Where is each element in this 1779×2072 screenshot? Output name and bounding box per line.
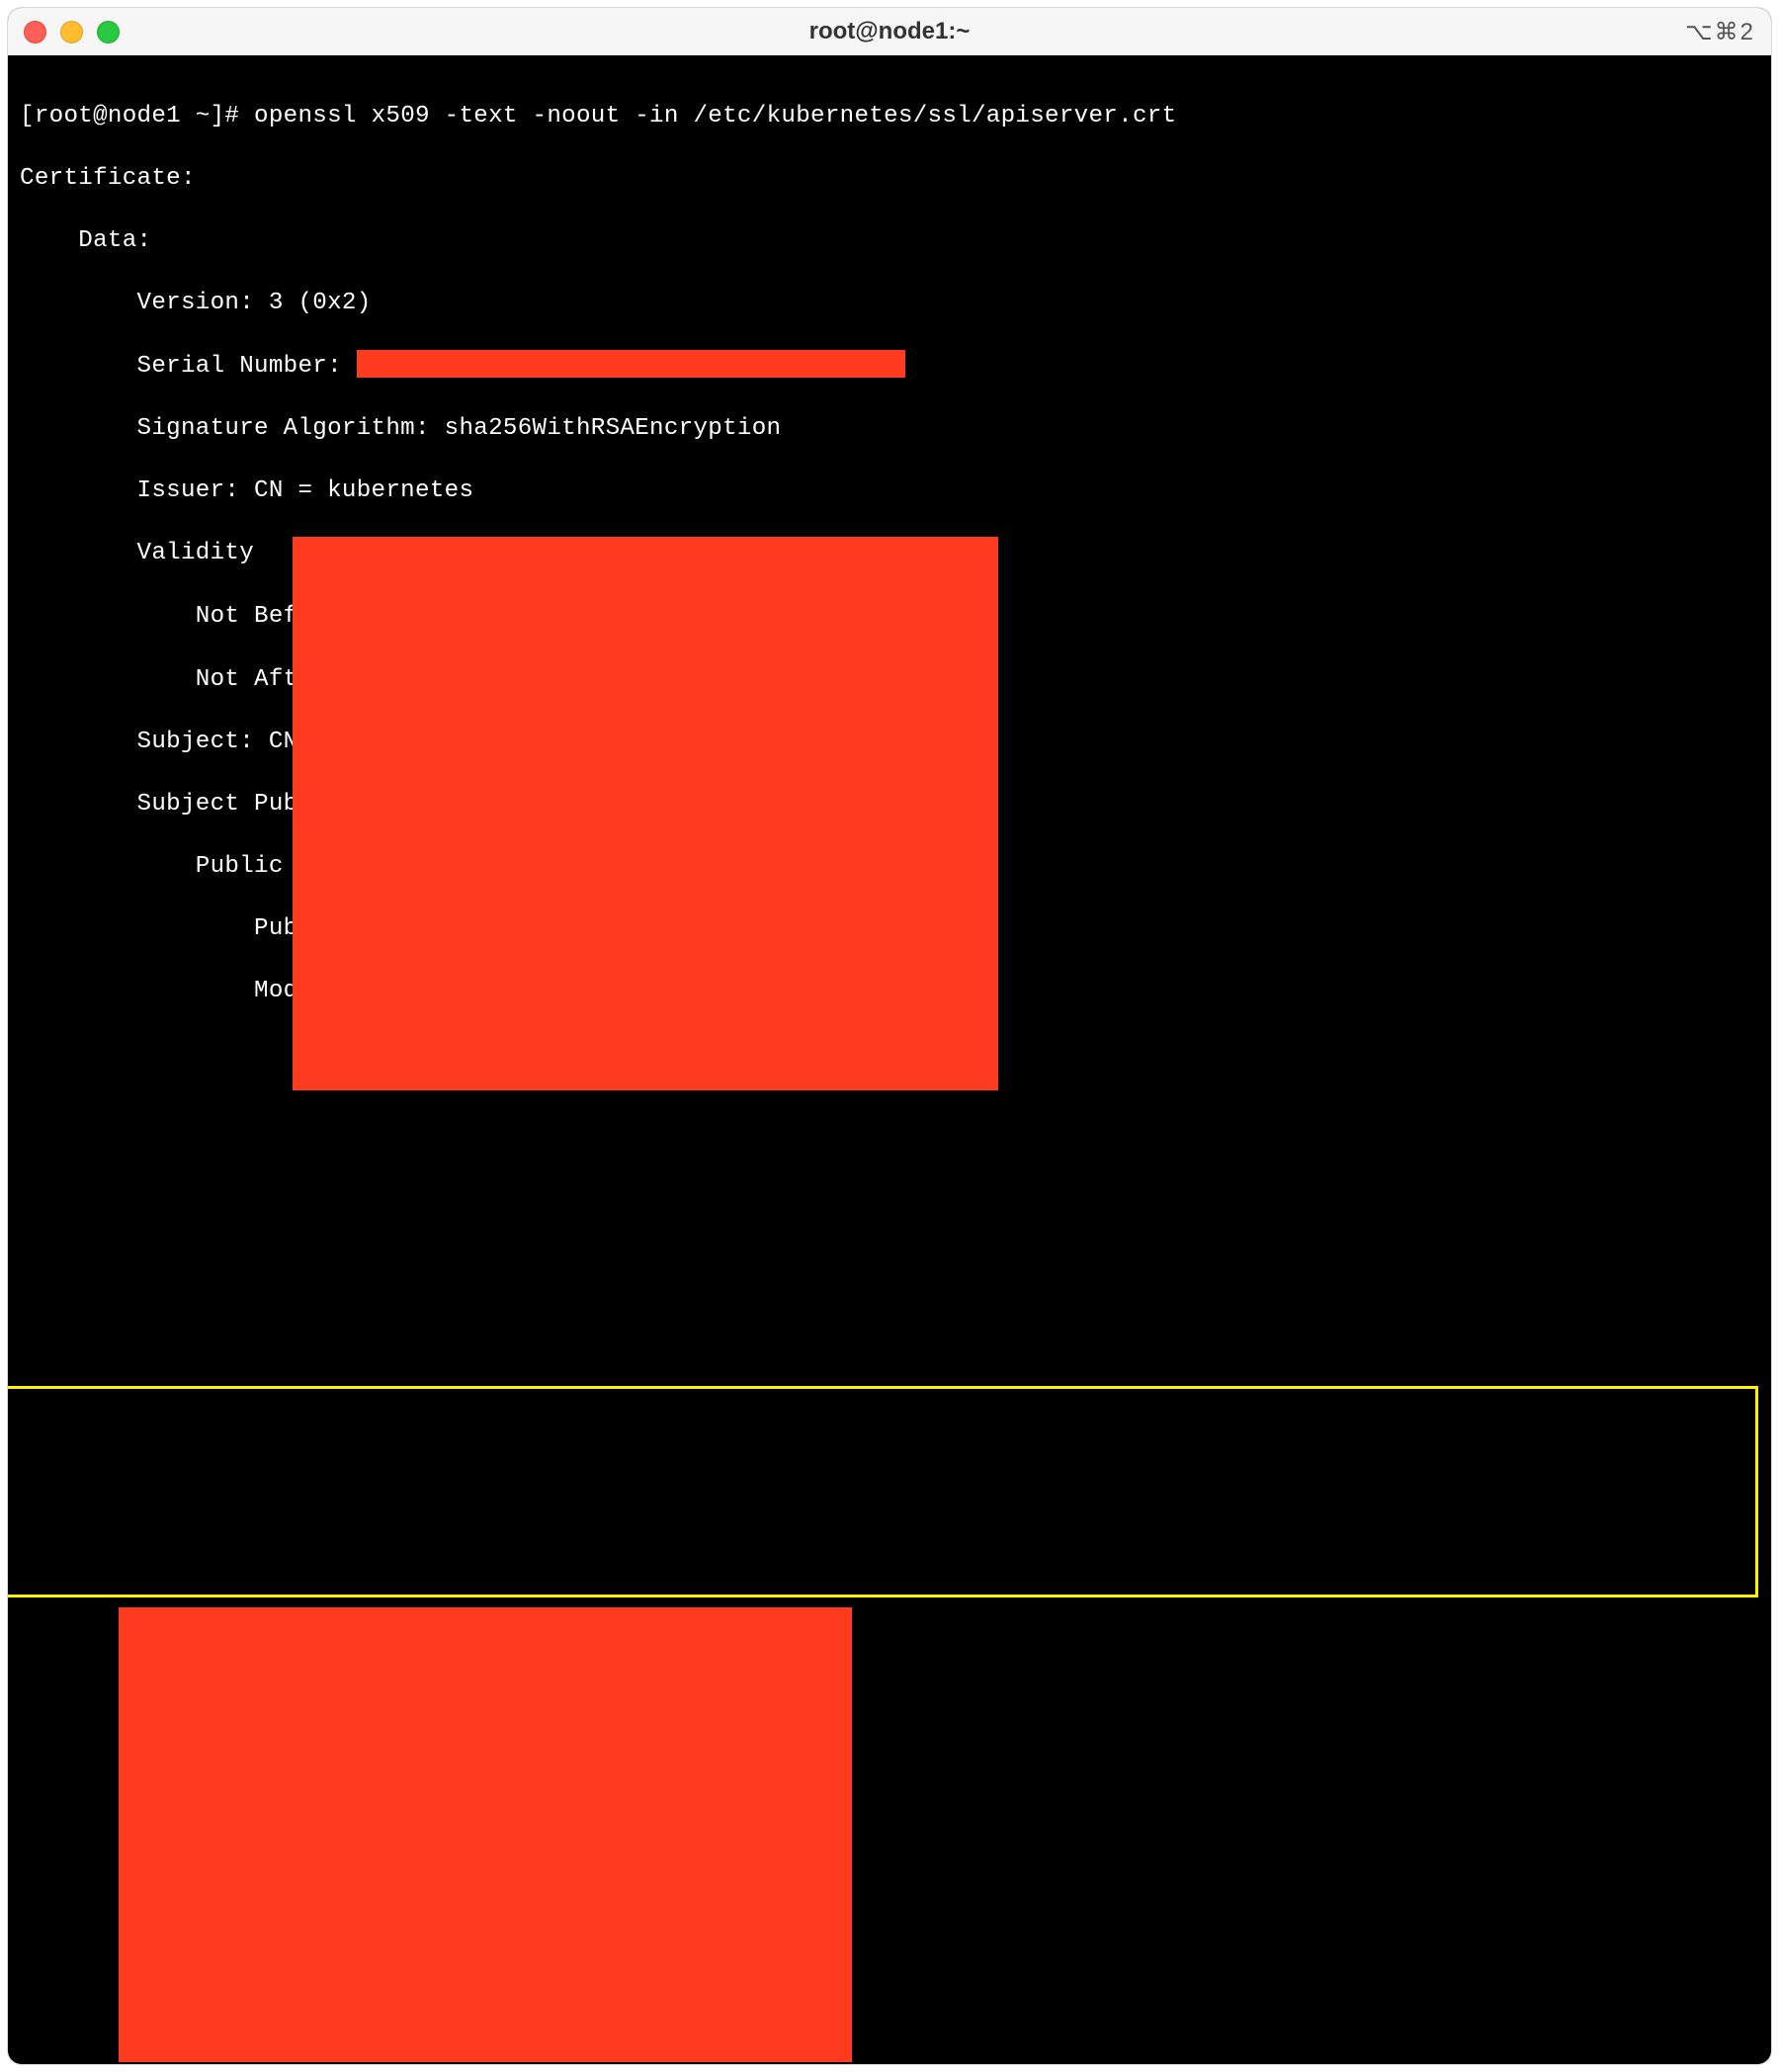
- redacted-signature-block: [119, 1607, 852, 2062]
- out-data-hdr: Data:: [20, 225, 1761, 257]
- window-title: root@node1:~: [8, 18, 1771, 45]
- out-issuer: Issuer: CN = kubernetes: [20, 475, 1761, 507]
- out-version: Version: 3 (0x2): [20, 288, 1761, 319]
- out-cert-hdr: Certificate:: [20, 163, 1761, 195]
- terminal-body[interactable]: [root@node1 ~]# openssl x509 -text -noou…: [8, 55, 1771, 2064]
- out-serial-label: Serial Number:: [20, 353, 357, 380]
- redacted-serial: [357, 350, 905, 378]
- shell-prompt: [root@node1 ~]#: [20, 103, 254, 130]
- redacted-modulus-block: [293, 537, 998, 1090]
- shell-command: openssl x509 -text -noout -in /etc/kuber…: [254, 103, 1176, 130]
- out-sig-algo: Signature Algorithm: sha256WithRSAEncryp…: [20, 413, 1761, 445]
- titlebar: root@node1:~ ⌥⌘2: [8, 8, 1771, 56]
- terminal-window: root@node1:~ ⌥⌘2 [root@node1 ~]# openssl…: [8, 8, 1771, 2064]
